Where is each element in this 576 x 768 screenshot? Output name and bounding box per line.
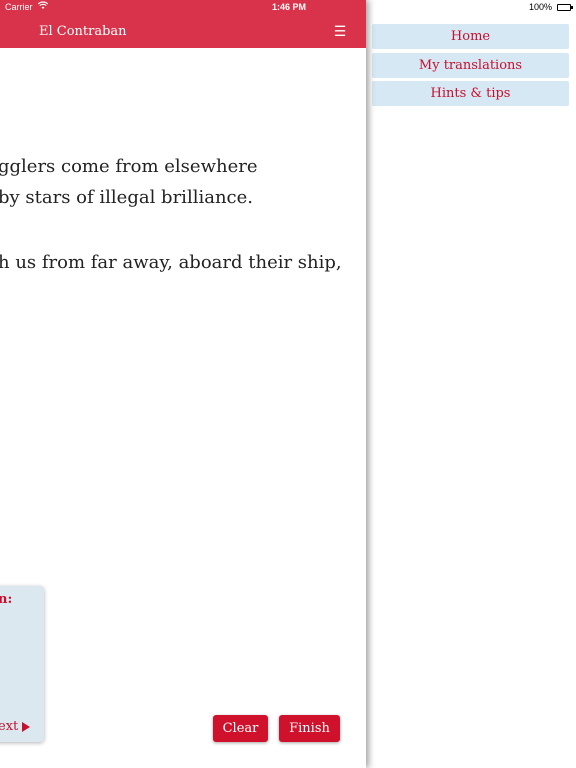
- menu-item-my-translations[interactable]: My translations: [372, 53, 569, 78]
- hamburger-menu-icon[interactable]: ☰: [331, 22, 349, 40]
- status-bar-right: 100%: [366, 0, 576, 16]
- header-bar: Carrier 1:46 PM El Contraban ☰: [0, 0, 366, 48]
- status-bar-left: Carrier 1:46 PM: [0, 0, 366, 16]
- menu-item-hints-tips[interactable]: Hints & tips: [372, 81, 569, 106]
- screen: 100% Home My translations Hints & tips C…: [0, 0, 576, 768]
- side-menu: Home My translations Hints & tips: [366, 16, 576, 768]
- hint-heading: n:: [0, 592, 13, 607]
- menu-item-home[interactable]: Home: [372, 24, 569, 49]
- clear-button[interactable]: Clear: [213, 715, 268, 742]
- poem-line: h us from far away, aboard their ship,: [0, 252, 342, 273]
- app-title: El Contraban: [39, 24, 127, 39]
- play-arrow-icon: [22, 721, 31, 732]
- carrier-label: Carrier: [5, 2, 33, 12]
- finish-button[interactable]: Finish: [279, 715, 340, 742]
- battery-percentage: 100%: [528, 2, 552, 12]
- poem-line: by stars of illegal brilliance.: [0, 187, 253, 208]
- main-panel: Carrier 1:46 PM El Contraban ☰ gglers co…: [0, 0, 366, 768]
- poem-line: gglers come from elsewhere: [0, 156, 258, 177]
- hint-card: n: ext: [0, 586, 44, 742]
- next-label: ext: [0, 719, 19, 734]
- wifi-icon: [37, 1, 49, 12]
- next-link[interactable]: ext: [0, 719, 31, 734]
- battery-icon: [557, 4, 573, 11]
- clock: 1:46 PM: [272, 2, 307, 12]
